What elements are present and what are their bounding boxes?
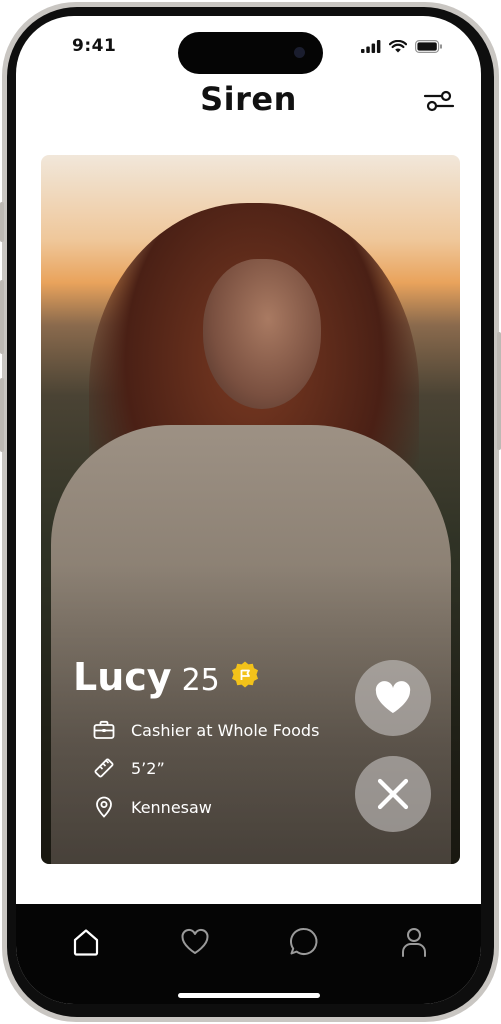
status-time: 9:41 xyxy=(72,36,117,56)
cellular-signal-icon xyxy=(361,40,381,53)
profile-name: Lucy xyxy=(73,655,172,699)
app-screen: 9:41 Siren Lucy 25 Cashier at Whole Food… xyxy=(16,16,481,1004)
detail-row-job: Cashier at Whole Foods xyxy=(93,719,319,741)
filter-sliders-icon xyxy=(423,90,455,112)
detail-row-height: 5’2” xyxy=(93,757,165,779)
close-icon xyxy=(377,778,409,810)
tab-likes[interactable] xyxy=(177,924,213,960)
dislike-button[interactable] xyxy=(355,756,431,832)
profile-name-row: Lucy 25 xyxy=(73,655,260,699)
filter-button[interactable] xyxy=(423,88,455,114)
silent-switch xyxy=(0,202,4,242)
battery-icon xyxy=(415,40,442,53)
ruler-icon xyxy=(93,757,115,779)
profile-card[interactable]: Lucy 25 Cashier at Whole Foods 5’2” Kenn… xyxy=(41,155,460,864)
chat-bubble-icon xyxy=(290,927,318,955)
profile-age: 25 xyxy=(181,663,220,698)
location-pin-icon xyxy=(93,796,115,818)
volume-down-button xyxy=(0,378,4,452)
verified-badge-icon xyxy=(231,661,258,688)
volume-up-button xyxy=(0,280,4,354)
power-button xyxy=(497,332,501,450)
photo-face-shape xyxy=(203,259,321,409)
app-title: Siren xyxy=(200,80,297,118)
status-icons xyxy=(361,40,443,53)
tab-home[interactable] xyxy=(68,924,104,960)
home-icon xyxy=(73,929,99,956)
tab-messages[interactable] xyxy=(286,924,322,960)
heart-icon xyxy=(375,681,411,713)
heart-outline-icon xyxy=(181,928,209,954)
wifi-icon xyxy=(389,40,407,53)
front-camera-icon xyxy=(294,47,305,58)
dynamic-island xyxy=(178,32,323,74)
tab-profile[interactable] xyxy=(396,924,432,960)
bottom-tab-bar xyxy=(16,904,481,1004)
user-icon xyxy=(402,928,426,957)
detail-height-text: 5’2” xyxy=(131,758,165,778)
detail-location-text: Kennesaw xyxy=(131,797,212,817)
detail-row-location: Kennesaw xyxy=(93,796,212,818)
home-indicator[interactable] xyxy=(178,993,320,998)
detail-job-text: Cashier at Whole Foods xyxy=(131,720,320,740)
briefcase-icon xyxy=(93,719,115,741)
like-button[interactable] xyxy=(355,660,431,736)
